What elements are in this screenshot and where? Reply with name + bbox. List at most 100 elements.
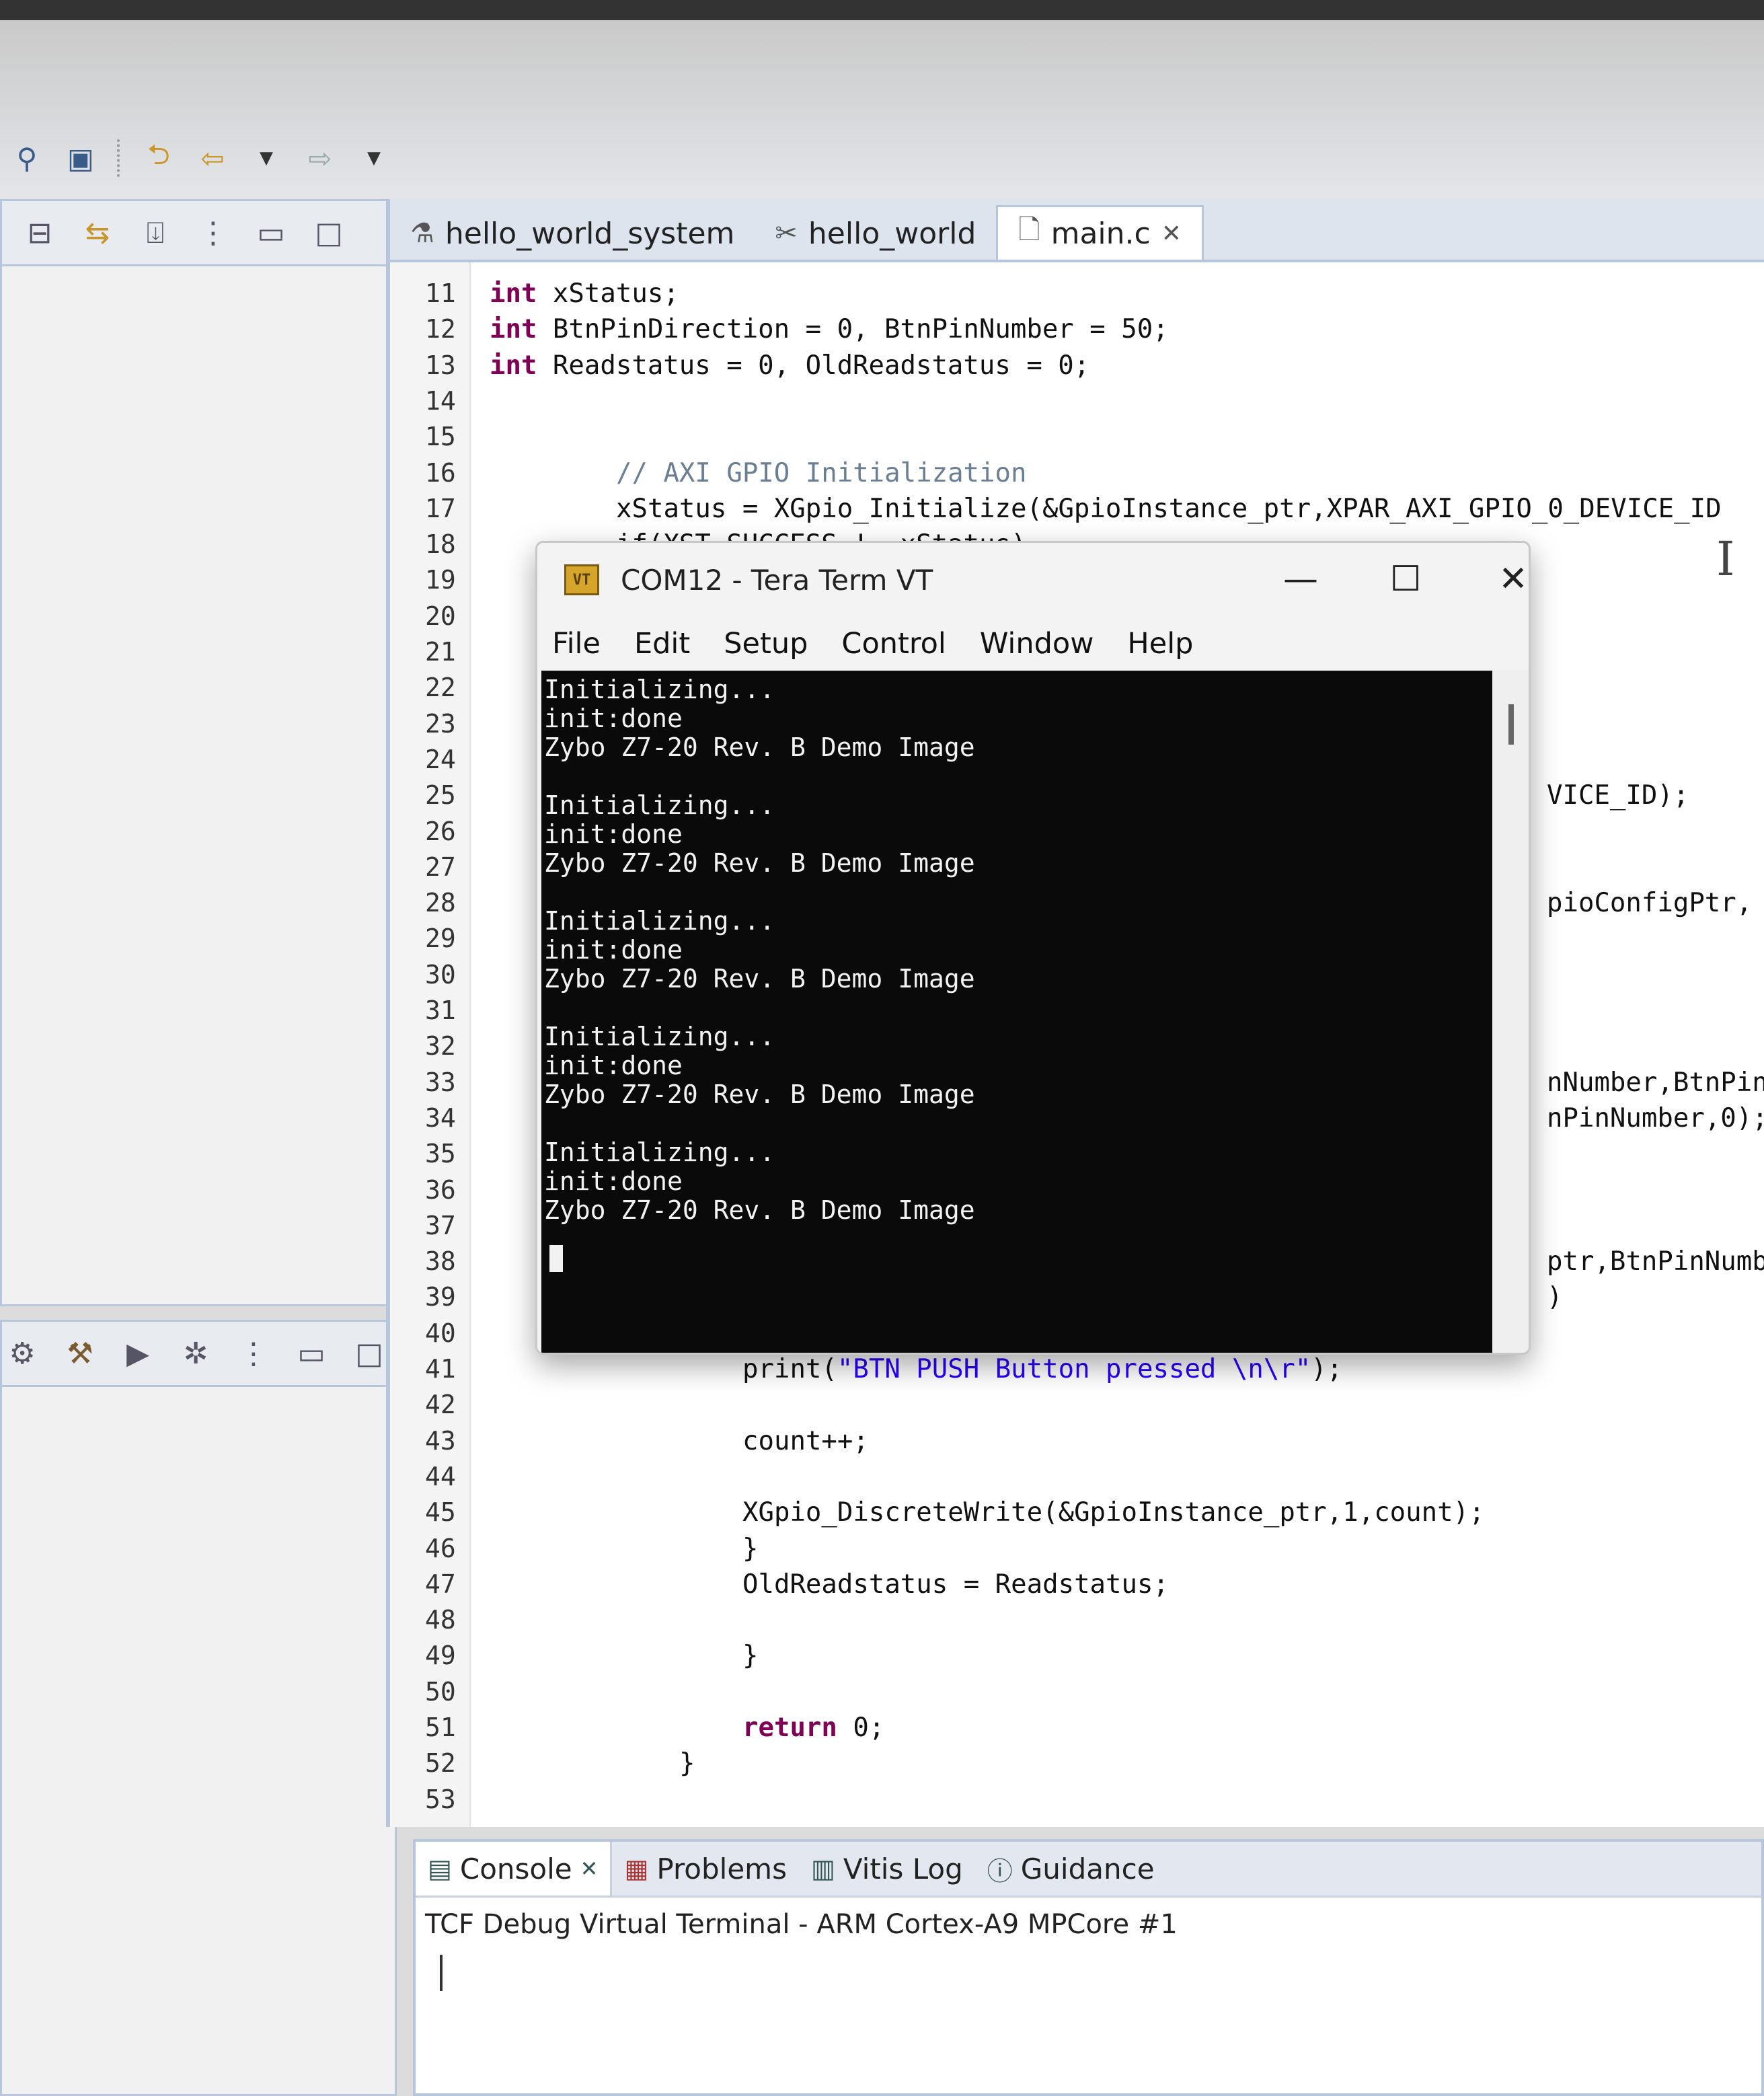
- menu-control[interactable]: Control: [841, 627, 946, 661]
- terminal-line: init:done: [544, 1051, 683, 1080]
- line-number: 33: [425, 1067, 456, 1097]
- collapse-all-icon[interactable]: ⊟: [22, 215, 57, 250]
- line-number: 49: [425, 1641, 456, 1671]
- console-text-caret[interactable]: [440, 1955, 443, 1991]
- teraterm-window[interactable]: VT COM12 - Tera Term VT — ☐ ✕ File Edit …: [535, 541, 1531, 1355]
- close-button[interactable]: ✕: [1476, 552, 1529, 606]
- explorer-pane-toolbar: ⊟ ⇆ ⍗ ⋮ ▭ □: [2, 201, 395, 266]
- console-view: ▤ Console ✕ ▦ Problems ▥ Vitis Log ⓘ Gui…: [413, 1839, 1764, 2096]
- plug-icon[interactable]: ⚲: [9, 141, 44, 176]
- code-line: // AXI GPIO Initialization: [616, 457, 1027, 488]
- explorer-pane: ⊟ ⇆ ⍗ ⋮ ▭ □: [0, 199, 397, 1306]
- line-number: 51: [425, 1713, 456, 1742]
- window-title: COM12 - Tera Term VT: [621, 563, 933, 597]
- line-number: 37: [425, 1210, 456, 1240]
- menu-help[interactable]: Help: [1127, 627, 1193, 661]
- line-number: 24: [425, 744, 456, 774]
- close-tab-icon[interactable]: ✕: [580, 1856, 599, 1881]
- code-line: int BtnPinDirection = 0, BtnPinNumber = …: [490, 314, 1169, 345]
- code-line: nNumber,BtnPinD: [1547, 1067, 1764, 1098]
- line-number: 41: [425, 1354, 456, 1384]
- teraterm-menubar: File Edit Setup Control Window Help: [537, 617, 1529, 671]
- line-number: 18: [425, 529, 456, 560]
- tab-guidance[interactable]: ⓘ Guidance: [975, 1842, 1167, 1896]
- code-line: int Readstatus = 0, OldReadstatus = 0;: [490, 350, 1090, 381]
- tab-problems[interactable]: ▦ Problems: [612, 1842, 799, 1896]
- dropdown-icon[interactable]: ▼: [249, 141, 284, 176]
- close-tab-icon[interactable]: ✕: [1161, 220, 1182, 248]
- view-menu-icon[interactable]: ⋮: [236, 1336, 271, 1371]
- code-line: OldReadstatus = Readstatus;: [742, 1569, 1169, 1600]
- line-number: 14: [425, 385, 456, 416]
- tab-hello-world[interactable]: ✂ hello_world: [755, 207, 996, 260]
- tab-console[interactable]: ▤ Console ✕: [416, 1842, 613, 1896]
- tab-label: hello_world_system: [445, 216, 735, 251]
- assistant-pane-toolbar: ⚙ ⚒ ▶ ✲ ⋮ ▭ □: [2, 1322, 395, 1387]
- maximize-button[interactable]: ☐: [1369, 552, 1443, 606]
- tab-vitis-log[interactable]: ▥ Vitis Log: [799, 1842, 975, 1896]
- code-line: xStatus = XGpio_Initialize(&GpioInstance…: [616, 493, 1722, 524]
- gear-icon[interactable]: ⚙: [5, 1336, 40, 1371]
- menu-edit[interactable]: Edit: [634, 627, 690, 661]
- problems-icon: ▦: [624, 1854, 649, 1883]
- terminal-scrollbar[interactable]: [1492, 671, 1529, 1353]
- import-icon[interactable]: ⍗: [138, 215, 173, 250]
- run-icon[interactable]: ▶: [120, 1336, 155, 1371]
- terminal-line: Initializing...: [544, 790, 775, 820]
- terminal-line: Zybo Z7-20 Rev. B Demo Image: [544, 733, 975, 762]
- code-line: return 0;: [742, 1713, 885, 1743]
- teraterm-app-icon: VT: [564, 564, 599, 595]
- hammer-icon[interactable]: ⚒: [63, 1336, 98, 1371]
- line-number: 50: [425, 1676, 456, 1707]
- editor-tab-bar: ⚗ hello_world_system ✂ hello_world 🗋 mai…: [390, 199, 1764, 262]
- screen-top-edge: [0, 0, 1764, 20]
- code-line: pioConfigPtr, G: [1547, 888, 1764, 919]
- mouse-ibeam-cursor-icon: I: [1716, 531, 1735, 587]
- menu-file[interactable]: File: [552, 627, 601, 661]
- terminal-line: init:done: [544, 1166, 683, 1196]
- terminal-icon[interactable]: ▣: [63, 141, 98, 176]
- terminal-cursor: [549, 1245, 563, 1272]
- back-arrow-icon[interactable]: ⇦: [195, 141, 230, 176]
- link-editor-icon[interactable]: ⇆: [80, 215, 115, 250]
- line-number: 30: [425, 959, 456, 989]
- minimize-icon[interactable]: ▭: [254, 215, 289, 250]
- line-number: 21: [425, 637, 456, 667]
- forward-arrow-icon[interactable]: ⇨: [303, 141, 338, 176]
- code-line: XGpio_DiscreteWrite(&GpioInstance_ptr,1,…: [742, 1497, 1485, 1528]
- tab-hello-world-system[interactable]: ⚗ hello_world_system: [390, 207, 755, 260]
- console-title: TCF Debug Virtual Terminal - ARM Cortex-…: [425, 1909, 1178, 1940]
- line-number: 45: [425, 1497, 456, 1528]
- terminal-line: Zybo Z7-20 Rev. B Demo Image: [544, 964, 975, 994]
- line-number-gutter: 11 12 13 14 15 16 17 18 19 20 21 22 23 24 25 26 27 28 29 30…: [390, 262, 471, 1827]
- line-number: 47: [425, 1569, 456, 1599]
- menu-window[interactable]: Window: [980, 627, 1094, 661]
- view-menu-icon[interactable]: ⋮: [196, 215, 231, 250]
- terminal-line: Zybo Z7-20 Rev. B Demo Image: [544, 848, 975, 878]
- code-line: count++;: [742, 1425, 869, 1456]
- back-history-icon[interactable]: ⮌: [141, 138, 176, 176]
- scrollbar-thumb[interactable]: [1508, 704, 1514, 745]
- maximize-icon[interactable]: □: [311, 215, 346, 250]
- terminal-line: init:done: [544, 704, 683, 733]
- maximize-icon[interactable]: □: [352, 1336, 387, 1371]
- line-number: 46: [425, 1533, 456, 1563]
- line-number: 53: [425, 1784, 456, 1814]
- terminal-line: init:done: [544, 819, 683, 849]
- tab-label: Problems: [656, 1852, 787, 1885]
- menu-setup[interactable]: Setup: [724, 627, 808, 661]
- tab-label: hello_world: [808, 216, 976, 251]
- line-number: 36: [425, 1174, 456, 1205]
- console-tab-bar: ▤ Console ✕ ▦ Problems ▥ Vitis Log ⓘ Gui…: [416, 1842, 1761, 1898]
- line-number: 35: [425, 1139, 456, 1169]
- minimize-icon[interactable]: ▭: [294, 1336, 329, 1371]
- code-line: ): [1547, 1282, 1563, 1313]
- system-flask-icon: ⚗: [410, 218, 434, 249]
- debug-bug-icon[interactable]: ✲: [178, 1336, 213, 1371]
- terminal-line: Zybo Z7-20 Rev. B Demo Image: [544, 1080, 975, 1109]
- terminal-output[interactable]: Initializing... init:done Zybo Z7-20 Rev. …: [541, 671, 1492, 1353]
- minimize-button[interactable]: —: [1264, 552, 1338, 606]
- app-tools-icon: ✂: [775, 218, 798, 249]
- tab-main-c[interactable]: 🗋 main.c ✕: [996, 205, 1204, 260]
- dropdown-icon[interactable]: ▼: [356, 141, 391, 176]
